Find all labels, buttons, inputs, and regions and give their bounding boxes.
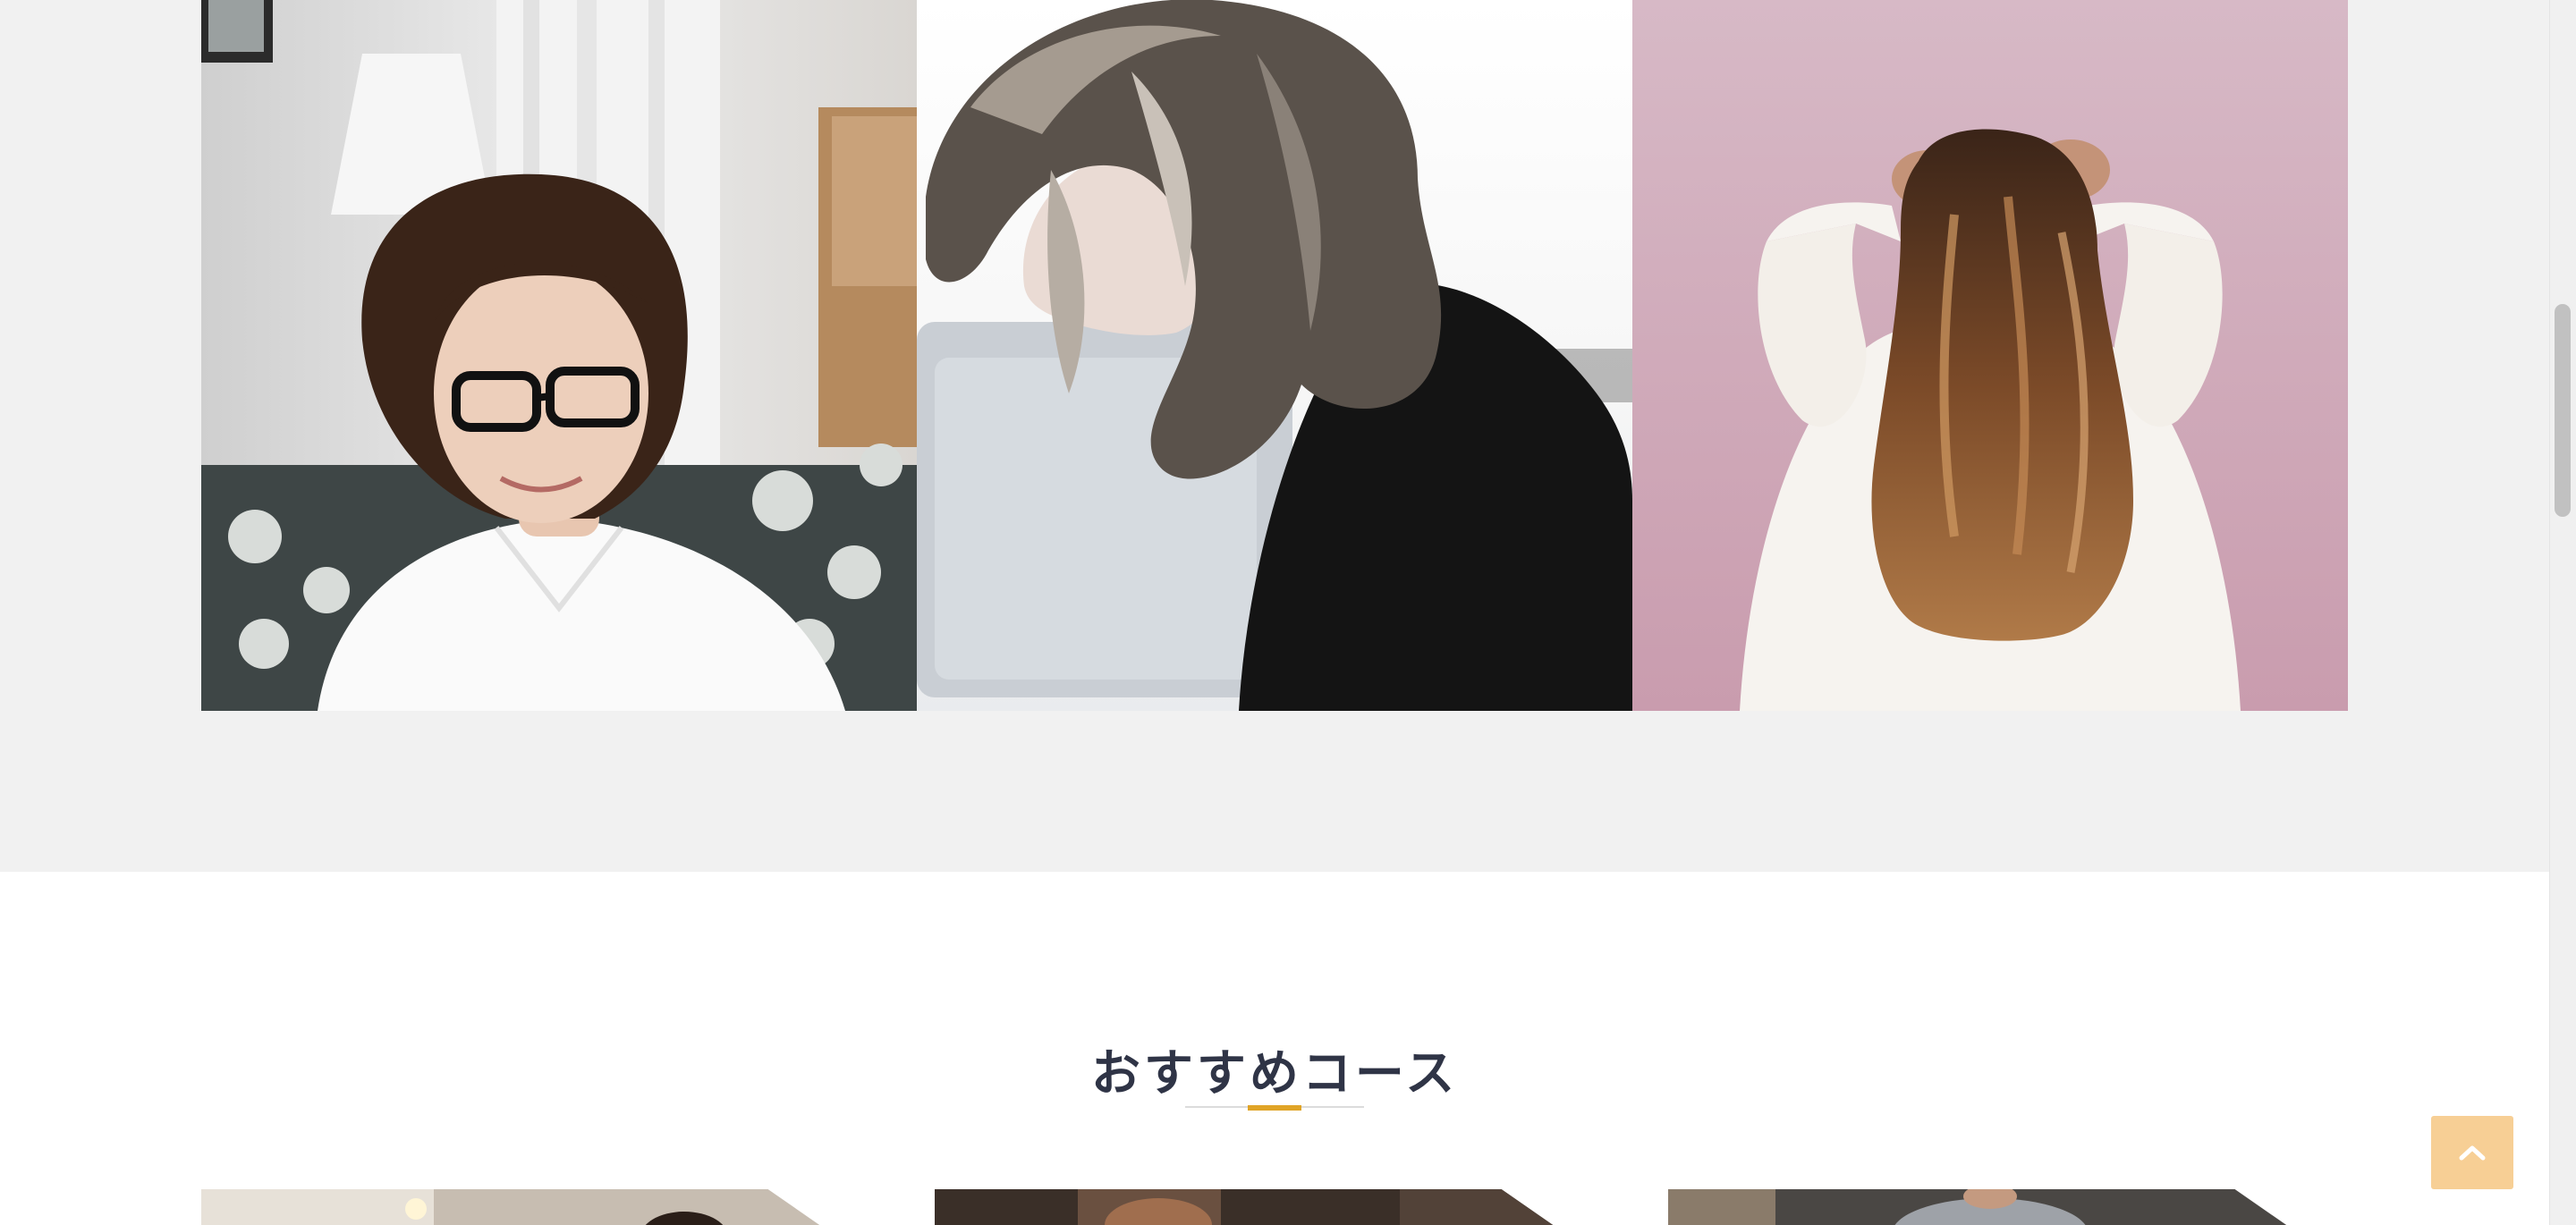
woman-long-wavy-hair-photo (1632, 0, 2348, 711)
course-card-2[interactable] (935, 1189, 1579, 1225)
woman-short-wavy-hair-photo (917, 0, 1632, 711)
course-card-1-image (201, 1189, 845, 1225)
recommended-courses-section: おすすめコース (0, 872, 2549, 1225)
course-card-1[interactable] (201, 1189, 845, 1225)
section-title: おすすめコース (1090, 1044, 1459, 1102)
gallery-section (0, 0, 2549, 872)
title-divider-accent (1248, 1105, 1301, 1111)
scrollbar-track[interactable] (2549, 0, 2576, 1225)
course-card-3[interactable] (1668, 1189, 2312, 1225)
back-to-top-button[interactable] (2431, 1116, 2513, 1189)
page: おすすめコース (0, 0, 2576, 1225)
course-card-2-image (935, 1189, 1579, 1225)
course-card-3-image (1668, 1189, 2312, 1225)
chevron-up-icon (2459, 1145, 2486, 1161)
woman-with-glasses-photo (201, 0, 917, 711)
scrollbar-thumb[interactable] (2555, 304, 2571, 517)
photo-gallery (201, 0, 2348, 711)
